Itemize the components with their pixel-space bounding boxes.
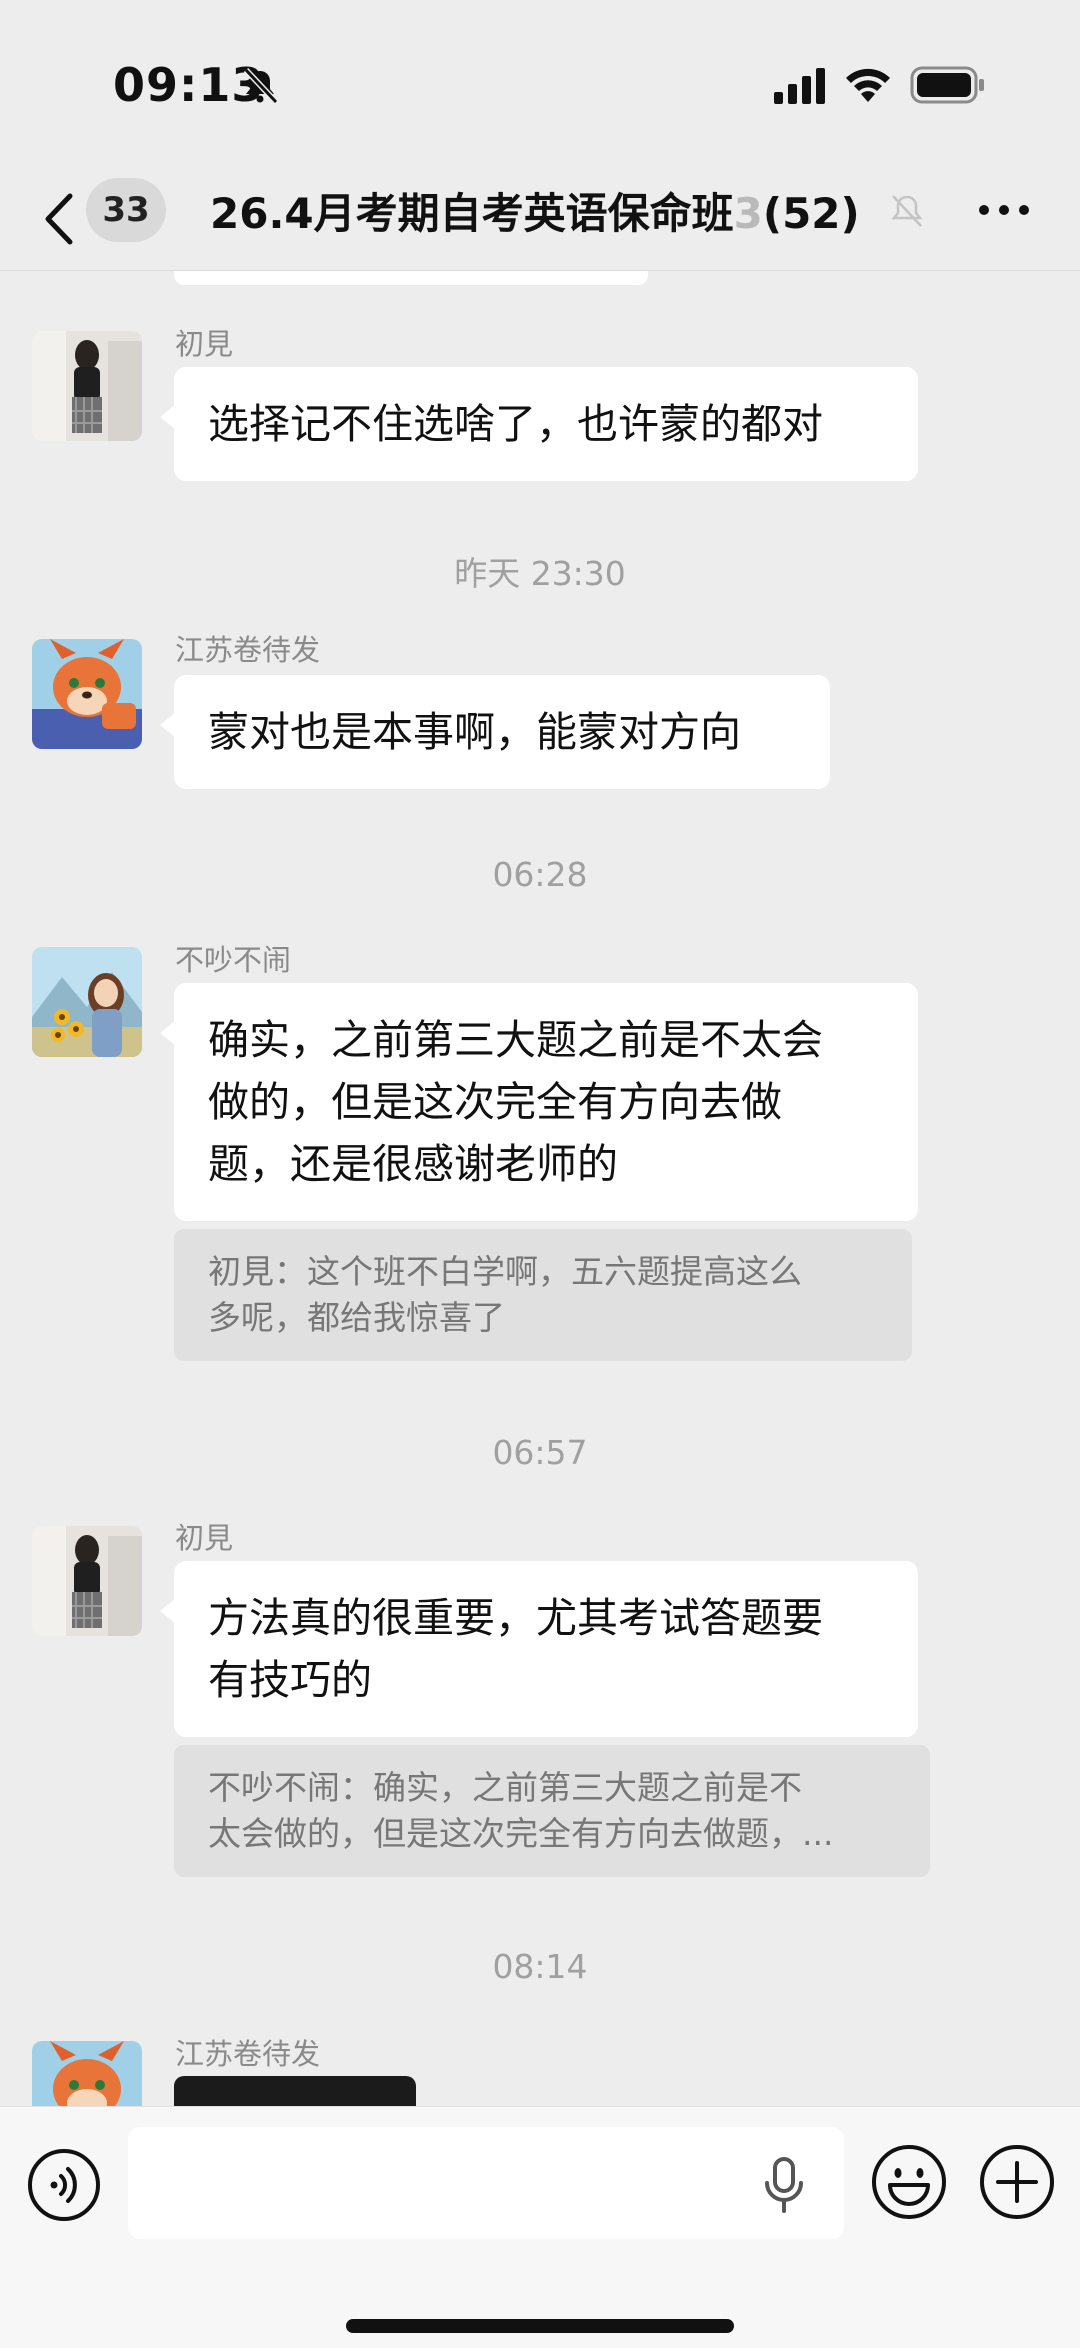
sender-name: 江苏卷待发 [175,633,321,667]
message-bubble[interactable]: 方法真的很重要，尤其考试答题要 有技巧的 [160,1561,918,1737]
quoted-reply[interactable]: 不吵不闹：确实，之前第三大题之前是不 太会做的，但是这次完全有方向去做题，... [174,1745,930,1877]
avatar-chujian[interactable] [32,331,142,441]
avatar-chujian-image [32,331,142,441]
sender-name: 初見 [175,327,234,361]
chat-title-truncated: 3 [733,189,763,238]
avatar-jiangsu-image [32,639,142,749]
quote-line: 多呢，都给我惊喜了 [208,1298,505,1337]
emoji-button[interactable] [870,2143,948,2221]
avatar-jiangsu[interactable] [32,639,142,749]
message-line: 确实，之前第三大题之前是不太会 [208,1016,823,1064]
message-bubble[interactable]: 选择记不住选啥了，也许蒙的都对 [160,367,918,481]
nav-bar: 33 26.4月考期自考英语保命班3(52) [0,170,1080,270]
bell-off-icon [243,67,279,105]
sender-name: 江苏卷待发 [175,2037,321,2071]
avatar-buchaobunao[interactable] [32,947,142,1057]
battery-icon [910,66,984,104]
mute-icon [891,195,923,227]
timestamp-separator: 08:14 [492,1947,588,1986]
sender-name: 初見 [175,1521,234,1555]
member-count: (52) [762,189,860,238]
timestamp-separator: 06:28 [492,855,588,894]
message-line: 做的，但是这次完全有方向去做 [208,1078,782,1126]
avatar-jiangsu-image [32,2041,142,2106]
timestamp-separator: 06:57 [492,1433,588,1472]
microphone-icon[interactable] [762,2155,806,2215]
wifi-icon [846,68,890,102]
message-bubble[interactable]: 确实，之前第三大题之前是不太会 做的，但是这次完全有方向去做 题，还是很感谢老师… [160,983,918,1221]
message-line: 方法真的很重要，尤其考试答题要 [208,1594,823,1642]
plus-button[interactable] [978,2143,1056,2221]
avatar-buchaobunao-image [32,947,142,1057]
status-bar: 09:13 [0,0,1080,170]
chat-screen: 09:13 33 26.4月考期自考英语保命班3(52) 初見 选择记不住选啥了… [0,0,1080,2348]
message-bubble[interactable]: 蒙对也是本事啊，能蒙对方向 [160,675,830,789]
chat-title[interactable]: 26.4月考期自考英语保命班3(52) [210,184,880,244]
message-list[interactable]: 初見 选择记不住选啥了，也许蒙的都对 昨天 23:30 江苏卷待发 蒙对也是本事… [0,271,1080,2106]
quote-line: 初見：这个班不白学啊，五六题提高这么 [208,1252,802,1291]
avatar-jiangsu[interactable] [32,2041,142,2106]
timestamp-separator: 昨天 23:30 [454,554,626,593]
partial-message-bubble[interactable] [174,271,648,285]
chat-title-name: 26.4月考期自考英语保命班 [210,189,734,238]
message-input[interactable] [128,2127,844,2239]
voice-mode-button[interactable] [26,2147,102,2223]
sender-name: 不吵不闹 [175,943,292,977]
back-icon[interactable] [40,188,80,250]
more-options-icon[interactable] [976,200,1032,220]
unread-count-badge[interactable]: 33 [86,178,166,242]
signal-icon [774,68,825,104]
quote-line: 太会做的，但是这次完全有方向去做题，... [208,1814,834,1853]
quoted-reply[interactable]: 初見：这个班不白学啊，五六题提高这么 多呢，都给我惊喜了 [174,1229,912,1361]
image-message-thumbnail[interactable] [174,2076,416,2106]
avatar-chujian[interactable] [32,1526,142,1636]
input-bar [0,2106,1080,2348]
quote-line: 不吵不闹：确实，之前第三大题之前是不 [208,1768,802,1807]
home-indicator[interactable] [346,2319,734,2333]
message-line: 题，还是很感谢老师的 [208,1140,618,1188]
avatar-chujian-image [32,1526,142,1636]
message-line: 有技巧的 [208,1656,372,1704]
